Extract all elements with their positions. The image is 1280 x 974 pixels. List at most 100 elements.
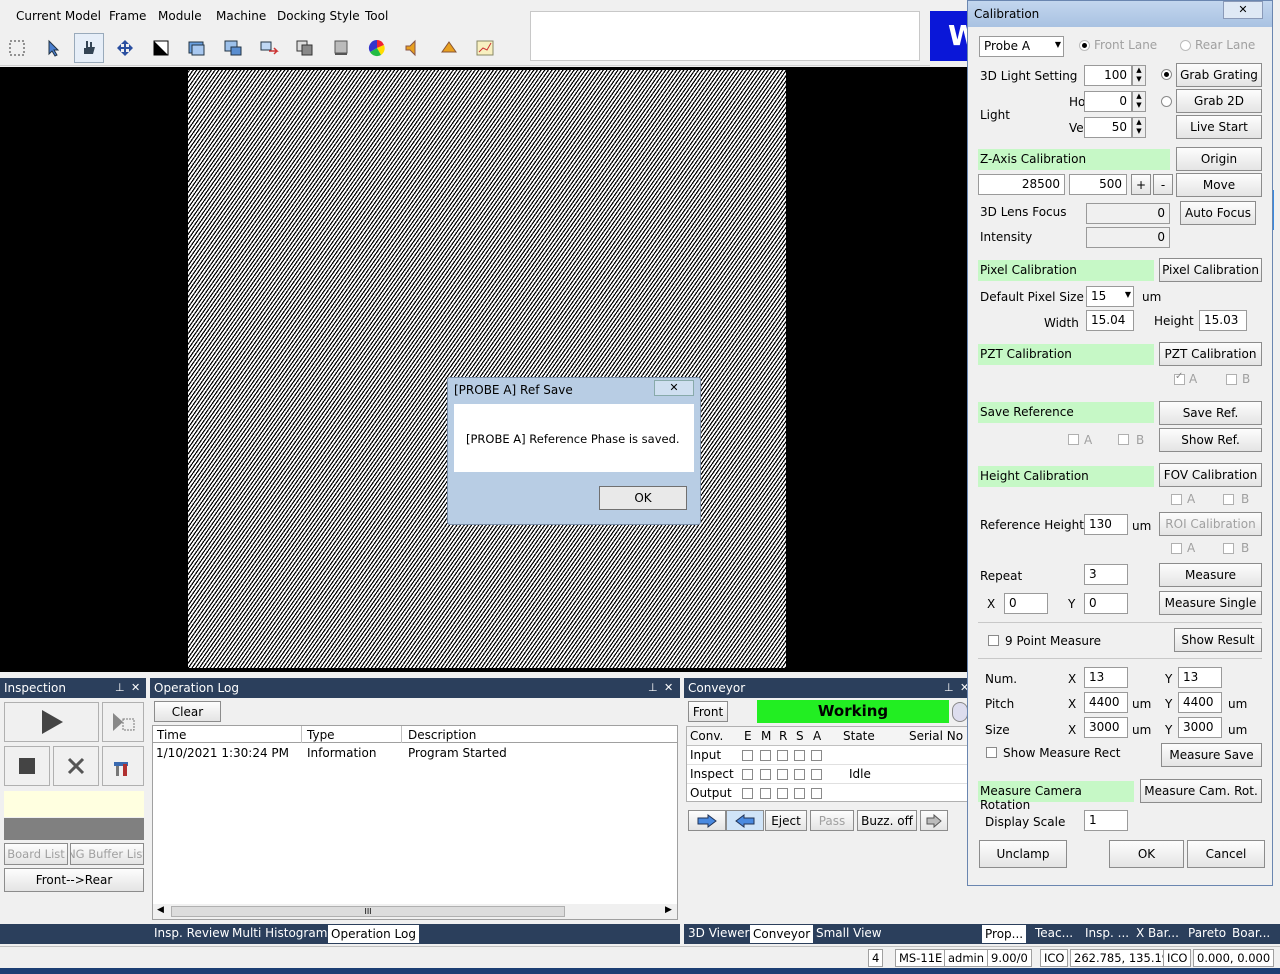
cancel-button[interactable]: Cancel	[1187, 840, 1265, 868]
menu-tool[interactable]: Tool	[365, 9, 388, 23]
grab-2d-button[interactable]: Grab 2D	[1176, 89, 1262, 113]
swap-icon[interactable]	[254, 33, 284, 63]
tab-inspection[interactable]: Insp. ...	[1085, 926, 1129, 940]
pixel-calibration-button[interactable]: Pixel Calibration	[1159, 258, 1262, 282]
select-rect-icon[interactable]	[2, 33, 32, 63]
x-input[interactable]: 0	[1004, 593, 1048, 614]
layers-icon[interactable]	[290, 33, 320, 63]
save-ref-button[interactable]: Save Ref.	[1159, 401, 1262, 425]
pzt-b-checkbox[interactable]	[1226, 374, 1237, 385]
measure-cam-rot-button[interactable]: Measure Cam. Rot.	[1140, 779, 1262, 803]
z-step-input[interactable]: 500	[1069, 174, 1127, 195]
z-minus-button[interactable]: -	[1153, 174, 1173, 195]
grab-grating-radio[interactable]	[1161, 69, 1172, 80]
z-plus-button[interactable]: +	[1131, 174, 1151, 195]
fov-a-checkbox[interactable]	[1171, 494, 1182, 505]
show-result-button[interactable]: Show Result	[1174, 628, 1262, 652]
direction-button[interactable]: Front-->Rear	[4, 868, 144, 892]
tab-insp-review[interactable]: Insp. Review	[154, 926, 229, 940]
ok-button[interactable]: OK	[1109, 840, 1184, 868]
window-icon[interactable]	[182, 33, 212, 63]
ng-buffer-list-button[interactable]: NG Buffer List	[70, 843, 144, 865]
nine-point-checkbox[interactable]	[988, 635, 999, 646]
tab-x-bar[interactable]: X Bar...	[1136, 926, 1179, 940]
tab-3d-viewer[interactable]: 3D Viewer	[688, 926, 749, 940]
color-wheel-icon[interactable]	[362, 33, 392, 63]
grab-grating-button[interactable]: Grab Grating	[1176, 63, 1262, 87]
show-ref-button[interactable]: Show Ref.	[1159, 428, 1262, 452]
arrow-right-button[interactable]	[688, 810, 726, 831]
repeat-input[interactable]: 3	[1084, 564, 1128, 585]
auto-focus-button[interactable]: Auto Focus	[1180, 201, 1256, 225]
num-x-input[interactable]: 13	[1084, 667, 1128, 688]
pin-icon[interactable]: ⊥	[648, 678, 658, 698]
measure-save-button[interactable]: Measure Save	[1161, 743, 1262, 767]
tab-operation-log[interactable]: Operation Log	[328, 925, 419, 943]
tab-pareto[interactable]: Pareto	[1188, 926, 1226, 940]
table-row[interactable]: 1/10/2021 1:30:24 PM Information Program…	[153, 745, 677, 763]
tools-button[interactable]	[102, 746, 144, 786]
fov-b-checkbox[interactable]	[1223, 494, 1234, 505]
table-row[interactable]: Output	[687, 784, 969, 802]
stop-button[interactable]	[4, 746, 50, 786]
menu-module[interactable]: Module	[158, 9, 202, 23]
dialog-close-button[interactable]: ✕	[654, 380, 694, 396]
table-row[interactable]: Inspect Idle	[687, 765, 969, 784]
front-lane-radio[interactable]	[1079, 40, 1090, 51]
buzzer-off-button[interactable]: Buzz. off	[857, 810, 917, 831]
close-icon[interactable]: ✕	[131, 678, 140, 698]
save-ref-b-checkbox[interactable]	[1118, 434, 1129, 445]
pointer-icon[interactable]	[38, 33, 68, 63]
tab-multi-histogram[interactable]: Multi Histogram	[232, 926, 327, 940]
tab-conveyor[interactable]: Conveyor	[750, 925, 814, 943]
size-y-input[interactable]: 3000	[1178, 717, 1222, 738]
default-pixel-select[interactable]: 15 ▼	[1086, 286, 1134, 307]
step-button[interactable]	[102, 702, 144, 742]
grid-icon[interactable]	[326, 33, 356, 63]
contrast-icon[interactable]	[146, 33, 176, 63]
measure-single-button[interactable]: Measure Single	[1159, 591, 1262, 615]
h-scrollbar[interactable]: ◀ III ▶	[153, 904, 677, 919]
move-icon[interactable]	[110, 33, 140, 63]
col-description[interactable]: Description	[408, 728, 476, 742]
horz-spinner[interactable]: ▲ ▼	[1132, 91, 1146, 112]
pzt-calibration-button[interactable]: PZT Calibration	[1159, 342, 1262, 366]
menu-frame[interactable]: Frame	[109, 9, 146, 23]
light-setting-input[interactable]: 100	[1084, 65, 1132, 86]
roi-calibration-button[interactable]: ROI Calibration	[1159, 512, 1262, 536]
arrow-left-button[interactable]	[726, 810, 764, 831]
num-y-input[interactable]: 13	[1178, 667, 1222, 688]
y-input[interactable]: 0	[1084, 593, 1128, 614]
z-position-input[interactable]: 28500	[978, 174, 1065, 195]
next-button[interactable]	[920, 810, 948, 831]
display-scale-input[interactable]: 1	[1084, 810, 1128, 831]
front-button[interactable]: Front	[688, 701, 728, 722]
menu-machine[interactable]: Machine	[216, 9, 266, 23]
vert-input[interactable]: 50	[1084, 117, 1132, 138]
pzt-a-checkbox[interactable]: ✓	[1174, 371, 1185, 385]
rear-lane-radio[interactable]	[1180, 40, 1191, 51]
width-input[interactable]: 15.04	[1086, 310, 1134, 331]
pitch-y-input[interactable]: 4400	[1178, 692, 1222, 713]
live-start-button[interactable]: Live Start	[1176, 115, 1262, 139]
gauge-icon[interactable]	[952, 702, 968, 722]
play-button[interactable]	[4, 702, 99, 742]
vert-spinner[interactable]: ▲ ▼	[1132, 117, 1146, 138]
height-input[interactable]: 15.03	[1199, 310, 1247, 331]
pin-icon[interactable]: ⊥	[944, 678, 954, 698]
table-row[interactable]: Input	[687, 746, 969, 765]
probe-select[interactable]: Probe A ▼	[979, 36, 1064, 57]
tab-small-view[interactable]: Small View	[816, 926, 882, 940]
scroll-left-icon[interactable]: ◀	[157, 905, 164, 915]
pitch-x-input[interactable]: 4400	[1084, 692, 1128, 713]
eject-button[interactable]: Eject	[765, 810, 807, 831]
save-ref-a-checkbox[interactable]	[1068, 434, 1079, 445]
menu-docking-style[interactable]: Docking Style	[277, 9, 360, 23]
pass-button[interactable]: Pass	[810, 810, 854, 831]
calibration-close-button[interactable]: ✕	[1223, 1, 1263, 19]
grab-2d-radio[interactable]	[1161, 96, 1172, 107]
scroll-right-icon[interactable]: ▶	[665, 905, 672, 915]
triangle-icon[interactable]	[434, 33, 464, 63]
size-x-input[interactable]: 3000	[1084, 717, 1128, 738]
horz-input[interactable]: 0	[1084, 91, 1132, 112]
